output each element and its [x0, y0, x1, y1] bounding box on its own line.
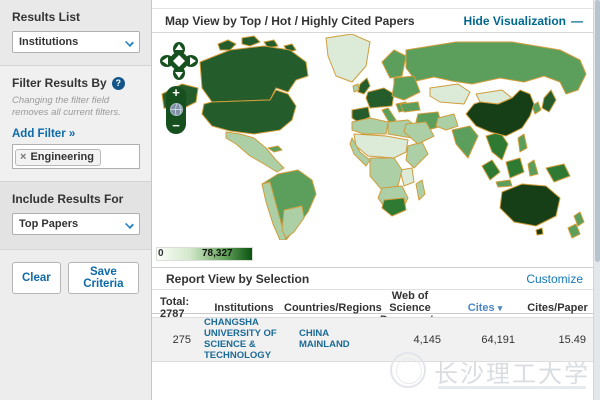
zoom-in-button[interactable]: + [172, 87, 180, 99]
chevron-down-icon [125, 220, 134, 229]
table-row: 275 CHANGSHA UNIVERSITY OF SCIENCE & TEC… [152, 317, 593, 362]
map-view-header: Map View by Top / Hot / Highly Cited Pap… [152, 8, 593, 33]
filter-note: Changing the filter field removes all cu… [12, 95, 139, 119]
world-map[interactable] [156, 34, 592, 240]
map-view-title: Map View by Top / Hot / Highly Cited Pap… [165, 14, 415, 28]
results-list-heading: Results List [12, 10, 139, 24]
watermark-subtext [438, 386, 586, 389]
scale-max-value: 78,327 [202, 248, 233, 259]
vertical-scrollbar[interactable] [593, 0, 600, 400]
cites-cell: 64,191 [448, 334, 522, 346]
customize-link[interactable]: Customize [526, 272, 583, 286]
help-icon[interactable]: ? [112, 77, 125, 90]
sidebar: Results List Institutions Filter Results… [0, 0, 152, 400]
filter-tag-engineering[interactable]: × Engineering [15, 149, 101, 166]
filter-tag-label: Engineering [30, 151, 94, 163]
cites-per-paper-cell: 15.49 [522, 334, 593, 346]
institution-link[interactable]: CHANGSHA UNIVERSITY OF SCIENCE & TECHNOL… [204, 318, 284, 362]
scale-min-value: 0 [158, 248, 164, 259]
map-pan-control[interactable] [160, 42, 198, 82]
results-table-header: Total: 2787 Institutions Countries/Regio… [152, 290, 593, 314]
main-content: Map View by Top / Hot / Highly Cited Pap… [152, 0, 593, 400]
include-results-section: Include Results For Top Papers [0, 182, 151, 250]
include-results-dropdown[interactable]: Top Papers [12, 213, 140, 235]
report-view-title: Report View by Selection [166, 272, 309, 286]
sort-descending-icon: ▾ [498, 303, 503, 313]
filter-section: Filter Results By ? Changing the filter … [0, 66, 151, 182]
save-criteria-button[interactable]: Save Criteria [68, 262, 139, 294]
include-results-heading: Include Results For [12, 192, 139, 206]
total-label: Total: [160, 296, 204, 308]
results-list-selected-value: Institutions [19, 36, 78, 48]
hide-visualization-link[interactable]: Hide Visualization — [464, 14, 583, 28]
institution-cell: CHANGSHA UNIVERSITY OF SCIENCE & TECHNOL… [204, 318, 284, 362]
remove-tag-icon[interactable]: × [20, 152, 26, 163]
chevron-down-icon [125, 38, 134, 47]
filter-heading: Filter Results By [12, 76, 107, 90]
column-header-countries-regions[interactable]: Countries/Regions [284, 302, 372, 314]
map-area: + − [152, 34, 593, 246]
include-results-selected-value: Top Papers [19, 218, 78, 230]
column-header-cites-sorted[interactable]: Cites ▾ [448, 302, 522, 314]
country-cell: CHINA MAINLAND [284, 329, 359, 351]
esi-map-view-page: Results List Institutions Filter Results… [0, 0, 600, 400]
collapse-icon: — [571, 14, 583, 28]
sidebar-actions: Clear Save Criteria [0, 250, 151, 304]
globe-icon[interactable] [170, 103, 183, 116]
column-header-cites-per-paper[interactable]: Cites/Paper [522, 302, 593, 314]
hide-visualization-label: Hide Visualization [464, 14, 566, 28]
documents-cell: 4,145 [372, 334, 448, 346]
map-zoom-control[interactable]: + − [166, 86, 186, 134]
report-view-header: Report View by Selection Customize [152, 267, 593, 290]
results-list-dropdown[interactable]: Institutions [12, 31, 140, 53]
add-filter-link[interactable]: Add Filter » [12, 128, 75, 140]
results-list-section: Results List Institutions [0, 0, 151, 66]
column-header-institutions[interactable]: Institutions [204, 302, 284, 314]
row-count-cell: 275 [152, 334, 204, 346]
clear-button[interactable]: Clear [12, 262, 61, 294]
zoom-out-button[interactable]: − [172, 120, 180, 132]
map-color-scale: 0 78,327 [156, 247, 276, 262]
filter-tags-input[interactable]: × Engineering [12, 144, 140, 170]
scrollbar-thumb[interactable] [595, 0, 600, 262]
